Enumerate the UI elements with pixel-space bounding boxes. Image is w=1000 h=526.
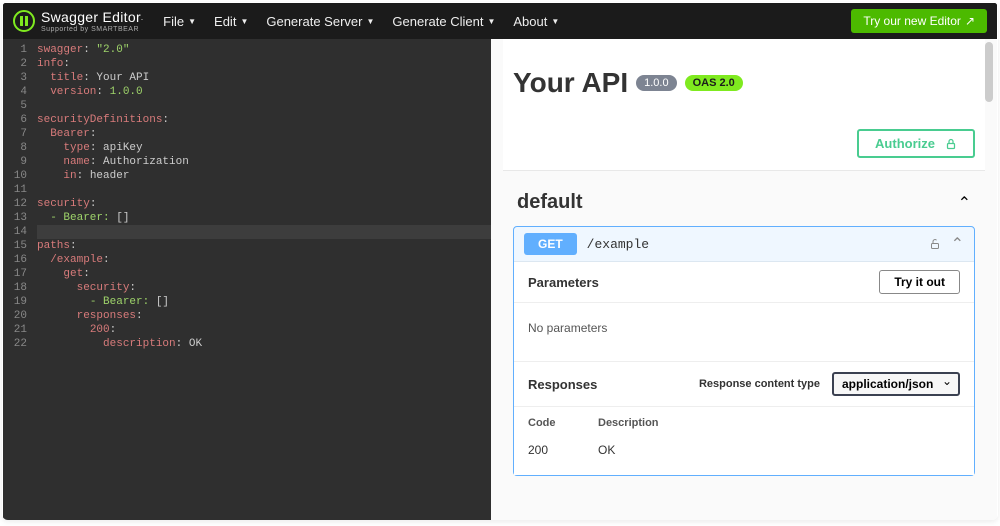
code-line[interactable]: - Bearer: []	[37, 211, 491, 225]
tag-title: default	[517, 191, 583, 214]
logo[interactable]: Swagger Editor. Supported by SMARTBEAR	[13, 10, 143, 33]
response-row: 200 OK	[528, 437, 960, 463]
code-area[interactable]: swagger: "2.0"info: title: Your API vers…	[37, 39, 491, 520]
code-line[interactable]: security:	[37, 281, 491, 295]
topbar: Swagger Editor. Supported by SMARTBEAR F…	[3, 3, 997, 39]
menu-edit[interactable]: Edit▼	[214, 14, 248, 29]
code-line[interactable]: type: apiKey	[37, 141, 491, 155]
try-new-editor-button[interactable]: Try our new Editor↗	[851, 9, 987, 33]
api-title: Your API	[513, 67, 628, 99]
top-menu: File▼ Edit▼ Generate Server▼ Generate Clien…	[163, 14, 559, 29]
responses-heading: Responses	[528, 377, 687, 392]
code-line[interactable]: get:	[37, 267, 491, 281]
chevron-up-icon: ⌃	[958, 193, 971, 213]
parameters-heading: Parameters	[528, 275, 599, 290]
code-line[interactable]: - Bearer: []	[37, 295, 491, 309]
code-line[interactable]: /example:	[37, 253, 491, 267]
authorize-button[interactable]: Authorize	[857, 129, 975, 158]
caret-down-icon: ▼	[240, 17, 248, 26]
code-line[interactable]: security:	[37, 197, 491, 211]
code-line[interactable]: securityDefinitions:	[37, 113, 491, 127]
caret-down-icon: ▼	[188, 17, 196, 26]
caret-down-icon: ▼	[551, 17, 559, 26]
col-description: Description	[598, 417, 659, 429]
http-method-badge: GET	[524, 233, 577, 255]
no-parameters-text: No parameters	[514, 303, 974, 362]
tag-header-default[interactable]: default ⌃	[513, 183, 975, 226]
lock-icon	[945, 138, 957, 150]
code-line[interactable]: name: Authorization	[37, 155, 491, 169]
external-link-icon: ↗	[965, 14, 975, 28]
logo-subtitle: Supported by SMARTBEAR	[41, 26, 143, 33]
line-gutter: 12345678910111213141516171819202122	[3, 39, 37, 520]
api-preview: Your API 1.0.0 OAS 2.0 Authorize default…	[491, 39, 997, 520]
response-content-type-label: Response content type	[699, 378, 820, 390]
code-line[interactable]: swagger: "2.0"	[37, 43, 491, 57]
code-line[interactable]: Bearer:	[37, 127, 491, 141]
operation-path: /example	[587, 237, 919, 252]
code-line[interactable]: description: OK	[37, 337, 491, 351]
code-line[interactable]	[37, 225, 491, 239]
code-line[interactable]: version: 1.0.0	[37, 85, 491, 99]
caret-down-icon: ▼	[487, 17, 495, 26]
oas-badge: OAS 2.0	[685, 75, 743, 91]
code-line[interactable]	[37, 183, 491, 197]
menu-generate-client[interactable]: Generate Client▼	[392, 14, 495, 29]
code-line[interactable]: responses:	[37, 309, 491, 323]
chevron-up-icon[interactable]: ⌃	[951, 234, 964, 254]
menu-file[interactable]: File▼	[163, 14, 196, 29]
scrollbar-thumb[interactable]	[985, 42, 993, 102]
code-line[interactable]: 200:	[37, 323, 491, 337]
code-line[interactable]: info:	[37, 57, 491, 71]
try-it-out-button[interactable]: Try it out	[879, 270, 960, 294]
unlock-icon[interactable]	[929, 238, 941, 250]
logo-title: Swagger Editor	[41, 9, 141, 25]
response-content-type-select[interactable]: application/json	[832, 372, 960, 396]
code-line[interactable]: title: Your API	[37, 71, 491, 85]
operation-get-example: GET /example ⌃ Parameters Try it out No …	[513, 226, 975, 476]
swagger-icon	[13, 10, 35, 32]
code-line[interactable]	[37, 99, 491, 113]
yaml-editor[interactable]: 12345678910111213141516171819202122 swag…	[3, 39, 491, 520]
code-line[interactable]: in: header	[37, 169, 491, 183]
code-line[interactable]: paths:	[37, 239, 491, 253]
version-badge: 1.0.0	[636, 75, 676, 91]
menu-generate-server[interactable]: Generate Server▼	[266, 14, 374, 29]
operation-summary[interactable]: GET /example ⌃	[514, 227, 974, 261]
col-code: Code	[528, 417, 598, 429]
menu-about[interactable]: About▼	[513, 14, 559, 29]
caret-down-icon: ▼	[366, 17, 374, 26]
